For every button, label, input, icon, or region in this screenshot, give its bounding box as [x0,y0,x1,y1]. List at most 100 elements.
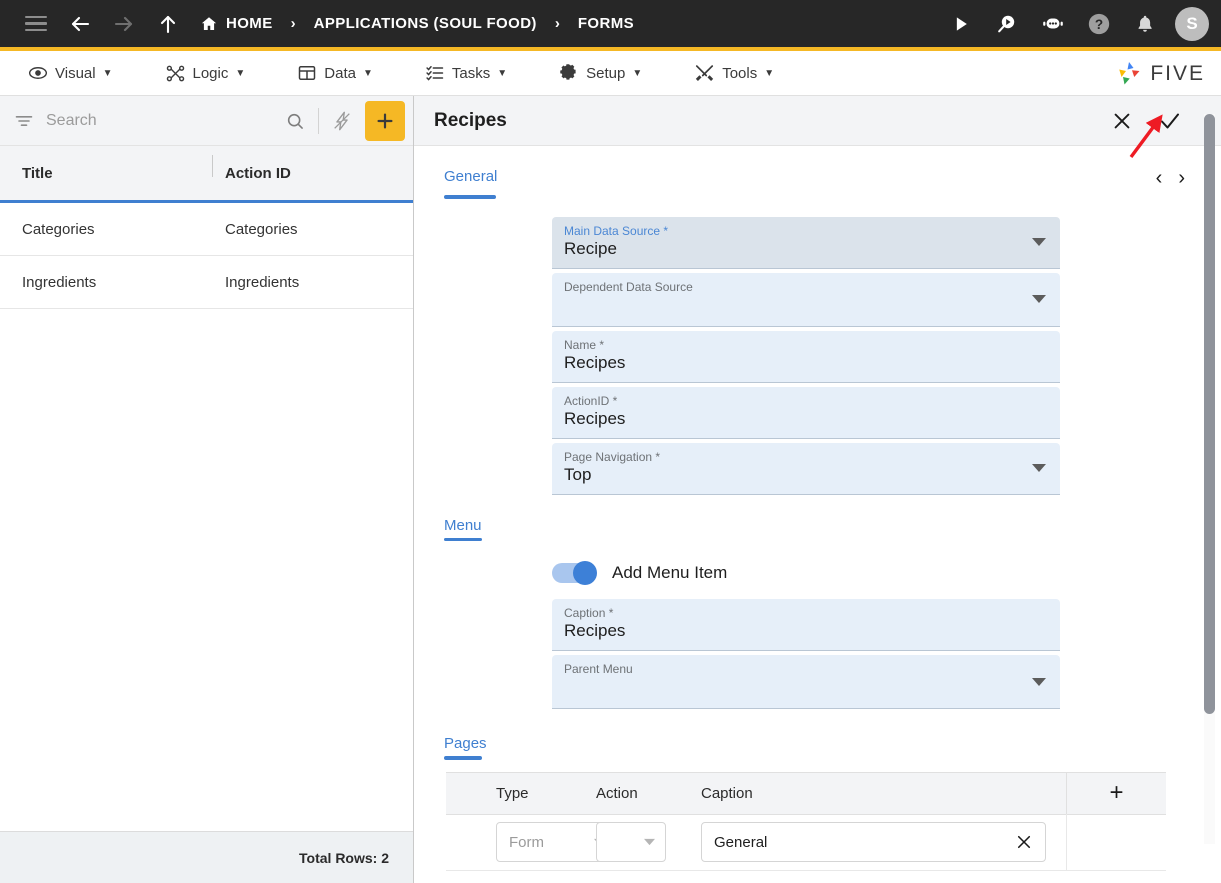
menu-label-logic: Logic [192,64,229,82]
chevron-down-icon[interactable] [1032,677,1046,687]
form-scrollbar[interactable] [1204,114,1215,844]
page-type-value: Form [509,833,544,851]
section-heading-pages[interactable]: Pages [414,713,1221,752]
field-label: Main Data Source * [564,223,669,238]
chevron-down-icon[interactable] [1032,237,1046,247]
top-navigation-bar: HOME › APPLICATIONS (SOUL FOOD) › FORMS [0,0,1221,47]
next-page-button[interactable]: › [1178,168,1185,188]
bell-icon [1138,15,1152,32]
page-caption-input[interactable]: General [701,822,1046,862]
toggle-knob [573,561,597,585]
breadcrumb-separator: › [554,15,560,32]
form-tabs: General ‹ › [414,146,1221,199]
menu-item-logic[interactable]: Logic ▼ [151,51,260,96]
assistant-button[interactable] [1031,2,1075,46]
total-rows-bar: Total Rows: 2 [0,831,413,883]
breadcrumb-separator: › [290,15,296,32]
run-button[interactable] [939,2,983,46]
help-button[interactable]: ? [1077,2,1121,46]
breadcrumb-item-applications[interactable]: APPLICATIONS (SOUL FOOD) [314,15,537,32]
field-page-navigation[interactable]: Page Navigation * Top [552,442,1060,495]
menu-label-visual: Visual [55,64,96,82]
add-menu-item-toggle[interactable] [552,561,597,585]
add-form-button[interactable] [365,100,405,141]
robot-icon [1043,18,1063,28]
breadcrumb-item-forms[interactable]: FORMS [578,15,634,32]
menu-item-visual[interactable]: Visual ▼ [14,51,127,96]
field-main-data-source[interactable]: Main Data Source * Recipe [552,216,1060,269]
menu-item-setup[interactable]: Setup ▼ [545,51,656,96]
pages-table-header: Type Action Caption + [446,772,1166,815]
breadcrumb-label-forms: FORMS [577,15,634,32]
debug-search-button[interactable] [985,2,1029,46]
brand-logo: FIVE [1114,51,1205,96]
table-row[interactable]: Categories Categories [0,203,413,256]
tab-general[interactable]: General [444,168,497,199]
up-button[interactable] [146,2,190,46]
form-editor-panel: Recipes General ‹ › Main Data Source * R… [414,96,1221,883]
forms-list: Categories Categories Ingredients Ingred… [0,203,413,831]
breadcrumb-item-home[interactable]: HOME [200,15,273,33]
save-button[interactable] [1155,106,1185,136]
menu-item-tasks[interactable]: Tasks ▼ [411,51,521,96]
column-header-action-id[interactable]: Action ID [213,165,291,182]
chevron-down-icon[interactable] [1032,463,1046,473]
search-input[interactable] [46,111,278,130]
close-button[interactable] [1107,106,1137,136]
page-caption-value: General [714,833,768,851]
chevron-down-icon [644,838,655,846]
tab-active-underline [444,195,496,199]
row-action-id: Categories [225,220,298,238]
row-title: Categories [22,220,95,238]
scrollbar-thumb[interactable] [1204,114,1215,714]
back-button[interactable] [58,2,102,46]
menu-item-tools[interactable]: Tools ▼ [680,51,788,96]
forward-button[interactable] [102,2,146,46]
page-title: Recipes [434,109,507,131]
clear-icon[interactable] [1015,833,1033,851]
section-heading-menu[interactable]: Menu [414,499,1221,534]
chevron-down-icon[interactable] [1032,294,1046,304]
general-fields: Main Data Source * Recipe Dependent Data… [414,216,1221,495]
hamburger-menu-button[interactable] [14,2,58,46]
field-dependent-data-source[interactable]: Dependent Data Source [552,272,1060,327]
search-bar [0,96,413,146]
field-label: Page Navigation * [564,449,661,464]
field-label: Caption * [564,606,614,620]
page-row-spacer [1066,814,1166,870]
breadcrumb-label-applications: APPLICATIONS (SOUL FOOD) [313,15,537,32]
page-caption-cell: General [701,822,1066,862]
menu-label-data: Data [324,64,356,82]
section-underline [444,537,482,541]
field-value: Recipes [564,621,626,640]
search-button[interactable] [278,104,312,138]
page-action-select[interactable] [596,822,666,862]
pages-table-row-empty [446,871,1166,883]
chevron-down-icon: ▼ [764,67,775,79]
field-label: ActionID * [564,393,618,408]
topbar-left-group: HOME › APPLICATIONS (SOUL FOOD) › FORMS [14,2,634,46]
field-action-id[interactable]: ActionID * Recipes [552,386,1060,439]
chevron-down-icon: ▼ [362,67,373,79]
field-label: Parent Menu [564,662,633,676]
field-name[interactable]: Name * Recipes [552,330,1060,383]
forms-list-panel: Title Action ID Categories Categories In… [0,96,414,883]
menu-item-data[interactable]: Data ▼ [283,51,387,96]
avatar[interactable]: S [1175,6,1209,41]
column-header-title[interactable]: Title [0,154,213,182]
table-row[interactable]: Ingredients Ingredients [0,256,413,309]
prev-page-button[interactable]: ‹ [1156,168,1163,188]
breadcrumb: HOME › APPLICATIONS (SOUL FOOD) › FORMS [200,15,634,33]
arrow-left-icon [71,16,90,31]
menu-label-tools: Tools [722,64,758,82]
field-caption[interactable]: Caption * Recipes [552,599,1060,651]
close-icon [1114,113,1130,129]
field-parent-menu[interactable]: Parent Menu [552,655,1060,709]
add-page-button[interactable]: + [1066,772,1166,814]
home-icon [201,16,217,30]
form-header-actions [1107,96,1185,146]
notifications-button[interactable] [1123,2,1167,46]
pages-table-row: Form General [446,814,1166,871]
quick-action-button[interactable] [325,104,359,138]
topbar-actions: ? S [939,0,1209,47]
